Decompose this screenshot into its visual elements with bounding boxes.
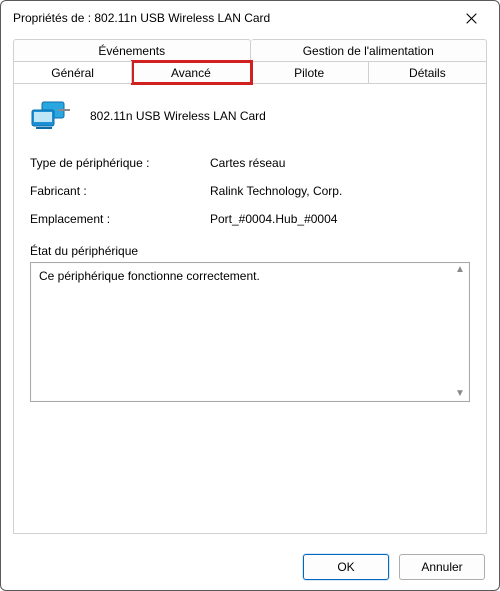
scroll-up-icon[interactable]: ▲ (455, 265, 465, 275)
manufacturer-label: Fabricant : (30, 184, 210, 198)
type-label: Type de périphérique : (30, 156, 210, 170)
type-value: Cartes réseau (210, 156, 470, 170)
close-icon (466, 13, 477, 24)
device-header: 802.11n USB Wireless LAN Card (30, 98, 470, 134)
location-value: Port_#0004.Hub_#0004 (210, 212, 470, 226)
location-label: Emplacement : (30, 212, 210, 226)
button-label: OK (337, 560, 354, 574)
ok-button[interactable]: OK (303, 554, 389, 580)
device-info: Type de périphérique : Cartes réseau Fab… (30, 156, 470, 226)
manufacturer-value: Ralink Technology, Corp. (210, 184, 470, 198)
tab-events[interactable]: Événements (13, 39, 251, 61)
tab-label: Général (51, 66, 94, 80)
tab-driver[interactable]: Pilote (251, 61, 369, 83)
cancel-button[interactable]: Annuler (399, 554, 485, 580)
tab-details[interactable]: Détails (369, 61, 487, 83)
device-status-text: Ce périphérique fonctionne correctement. (39, 269, 260, 283)
tab-power[interactable]: Gestion de l'alimentation (251, 39, 488, 61)
device-status-box: Ce périphérique fonctionne correctement.… (30, 262, 470, 402)
tab-label: Avancé (171, 66, 211, 80)
tab-label: Gestion de l'alimentation (303, 44, 434, 58)
dialog-content: Événements Gestion de l'alimentation Gén… (1, 35, 499, 544)
dialog-buttons: OK Annuler (1, 544, 499, 590)
tab-strip: Événements Gestion de l'alimentation Gén… (13, 39, 487, 83)
device-name: 802.11n USB Wireless LAN Card (90, 109, 266, 123)
tab-label: Événements (98, 44, 165, 58)
tab-advanced[interactable]: Avancé (132, 61, 250, 83)
scroll-down-icon[interactable]: ▼ (455, 389, 465, 399)
status-group-label: État du périphérique (30, 244, 470, 258)
status-scrollbar: ▲ ▼ (453, 265, 467, 399)
tab-general[interactable]: Général (13, 61, 132, 83)
titlebar: Propriétés de : 802.11n USB Wireless LAN… (1, 1, 499, 35)
tab-label: Pilote (294, 66, 324, 80)
button-label: Annuler (421, 560, 462, 574)
window-title: Propriétés de : 802.11n USB Wireless LAN… (13, 11, 451, 25)
close-button[interactable] (451, 4, 491, 32)
tab-label: Détails (409, 66, 446, 80)
tab-panel-general: 802.11n USB Wireless LAN Card Type de pé… (13, 83, 487, 534)
properties-dialog: Propriétés de : 802.11n USB Wireless LAN… (0, 0, 500, 591)
network-device-icon (30, 98, 74, 134)
